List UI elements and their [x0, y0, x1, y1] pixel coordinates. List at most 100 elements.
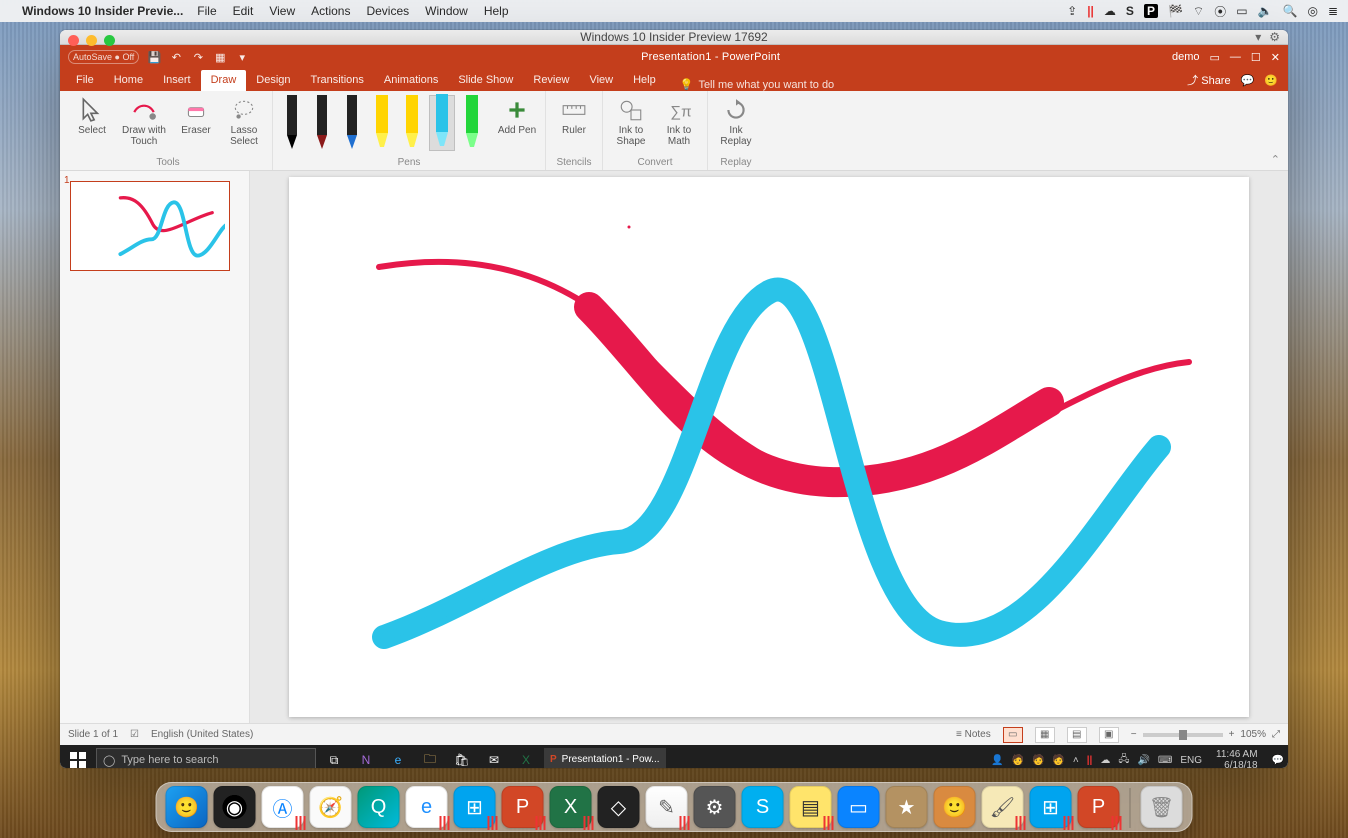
slide-canvas-area[interactable]: [250, 171, 1288, 723]
dock-windows-2[interactable]: ⊞: [1030, 786, 1072, 828]
tab-view[interactable]: View: [579, 70, 623, 91]
ink-to-shape-button[interactable]: Ink to Shape: [609, 95, 653, 147]
store-icon[interactable]: 🛍: [448, 746, 476, 768]
dropbox-icon[interactable]: ⇪: [1067, 4, 1077, 18]
ink-replay-button[interactable]: Ink Replay: [714, 95, 758, 147]
tab-insert[interactable]: Insert: [153, 70, 201, 91]
spotlight-icon[interactable]: 🔍: [1283, 4, 1298, 18]
mail-icon[interactable]: ✉: [480, 746, 508, 768]
normal-view-icon[interactable]: ▭: [1003, 727, 1023, 743]
onenote-icon[interactable]: N: [352, 746, 380, 768]
comments-icon[interactable]: 💬: [1241, 74, 1255, 87]
tab-review[interactable]: Review: [523, 70, 579, 91]
select-button[interactable]: Select: [70, 95, 114, 136]
ruler-button[interactable]: Ruler: [552, 95, 596, 136]
avatar-2-icon[interactable]: 🧑: [1032, 755, 1044, 766]
start-slideshow-icon[interactable]: ▦: [213, 50, 227, 64]
excel-icon[interactable]: X: [512, 746, 540, 768]
status-spellcheck-icon[interactable]: ☑: [130, 729, 139, 740]
mac-menu-file[interactable]: File: [197, 4, 216, 18]
circled-icon[interactable]: ⦿: [1214, 3, 1226, 20]
taskbar-search[interactable]: ◯ Type here to search: [96, 748, 316, 768]
dock-safari[interactable]: 🧭: [310, 786, 352, 828]
zoom-icon[interactable]: [104, 35, 115, 46]
traffic-lights[interactable]: [68, 35, 115, 46]
people-icon[interactable]: 👤: [991, 755, 1003, 766]
undo-icon[interactable]: ↶: [169, 50, 183, 64]
win-close-icon[interactable]: ✕: [1271, 51, 1280, 64]
ppt-user-name[interactable]: demo: [1172, 51, 1200, 63]
dock-dark-app[interactable]: ◇: [598, 786, 640, 828]
mac-menu-help[interactable]: Help: [484, 4, 509, 18]
dock-finder[interactable]: 🙂: [166, 786, 208, 828]
s-icon[interactable]: S: [1126, 4, 1134, 18]
avatar-1-icon[interactable]: 🧑: [1012, 755, 1024, 766]
reading-view-icon[interactable]: ▤: [1067, 727, 1087, 743]
tab-home[interactable]: Home: [104, 70, 153, 91]
list-icon[interactable]: ≣: [1328, 4, 1338, 18]
tab-transitions[interactable]: Transitions: [301, 70, 374, 91]
keyboard-icon[interactable]: ⌨: [1158, 755, 1172, 766]
win-minimize-icon[interactable]: —: [1230, 51, 1241, 63]
gear-icon[interactable]: ⚙: [1269, 30, 1280, 44]
tab-help[interactable]: Help: [623, 70, 666, 91]
eraser-button[interactable]: Eraser: [174, 95, 218, 136]
collapse-ribbon-icon[interactable]: ⌃: [1271, 153, 1280, 166]
dock-app-store[interactable]: Ⓐ: [262, 786, 304, 828]
dock-excel[interactable]: X: [550, 786, 592, 828]
dock-quicktime[interactable]: Q: [358, 786, 400, 828]
avatar-3-icon[interactable]: 🧑: [1052, 755, 1064, 766]
mac-menu-app[interactable]: Windows 10 Insider Previe...: [22, 4, 183, 18]
dock-draw-app[interactable]: ✎: [646, 786, 688, 828]
win-maximize-icon[interactable]: ☐: [1251, 51, 1261, 64]
dock-trash[interactable]: 🗑: [1141, 786, 1183, 828]
minimize-icon[interactable]: [86, 35, 97, 46]
slide-thumbnail-panel[interactable]: 1: [60, 171, 250, 723]
dock-keynote[interactable]: ▭: [838, 786, 880, 828]
chevron-up-icon[interactable]: ˄: [1073, 755, 1079, 766]
tab-draw[interactable]: Draw: [201, 70, 247, 91]
dock-windows[interactable]: ⊞: [454, 786, 496, 828]
dock-powerpoint-1[interactable]: P: [502, 786, 544, 828]
ink-to-math-button[interactable]: ∑π Ink to Math: [657, 95, 701, 147]
tab-slide-show[interactable]: Slide Show: [448, 70, 523, 91]
p-icon[interactable]: P: [1144, 4, 1158, 18]
tab-file[interactable]: File: [66, 70, 104, 91]
ribbon-mode-icon[interactable]: ▭: [1210, 51, 1220, 64]
dock-settings[interactable]: ⚙: [694, 786, 736, 828]
fit-view-icon[interactable]: ⤢: [1272, 729, 1280, 740]
vm-titlebar[interactable]: Windows 10 Insider Preview 17692 ▾ ⚙: [60, 30, 1288, 45]
explorer-icon[interactable]: 🗀: [416, 746, 444, 768]
highlighter-cyan[interactable]: [429, 95, 455, 151]
draw-with-touch-button[interactable]: Draw with Touch: [118, 95, 170, 147]
mac-menu-view[interactable]: View: [269, 4, 295, 18]
qat-more-icon[interactable]: ▾: [235, 50, 249, 64]
taskbar-clock[interactable]: 11:46 AM 6/18/18: [1210, 749, 1264, 768]
zoom-slider[interactable]: [1143, 733, 1223, 737]
dock-photo-app[interactable]: 🙂: [934, 786, 976, 828]
dock-stickies[interactable]: ▤: [790, 786, 832, 828]
mac-menu-devices[interactable]: Devices: [366, 4, 409, 18]
wifi-icon[interactable]: ⌔: [1193, 4, 1204, 19]
zoom-out-icon[interactable]: −: [1131, 729, 1137, 740]
flag-icon[interactable]: 🏁: [1168, 4, 1183, 18]
zoom-level[interactable]: 105%: [1240, 729, 1266, 740]
network-icon[interactable]: 🖧: [1118, 752, 1129, 769]
slide-thumb-1[interactable]: 1: [70, 181, 239, 271]
volume-icon[interactable]: 🔈: [1258, 4, 1273, 18]
save-icon[interactable]: 💾: [147, 50, 161, 64]
siri-icon[interactable]: ◎: [1307, 4, 1317, 18]
zoom-control[interactable]: − + 105% ⤢: [1131, 729, 1280, 740]
expand-icon[interactable]: ▾: [1255, 30, 1261, 44]
onedrive-icon[interactable]: ☁: [1100, 755, 1110, 766]
smiley-icon[interactable]: 🙂: [1264, 74, 1278, 87]
notes-button[interactable]: ≡ Notes: [956, 729, 991, 740]
dock-imovie[interactable]: ★: [886, 786, 928, 828]
task-view-icon[interactable]: ⧉: [320, 746, 348, 768]
dock-siri[interactable]: ◉: [214, 786, 256, 828]
sorter-view-icon[interactable]: ▦: [1035, 727, 1055, 743]
autosave-toggle[interactable]: AutoSave ● Off: [68, 50, 139, 64]
edge-icon[interactable]: e: [384, 746, 412, 768]
action-center-icon[interactable]: 💬: [1272, 755, 1284, 766]
lasso-select-button[interactable]: Lasso Select: [222, 95, 266, 147]
